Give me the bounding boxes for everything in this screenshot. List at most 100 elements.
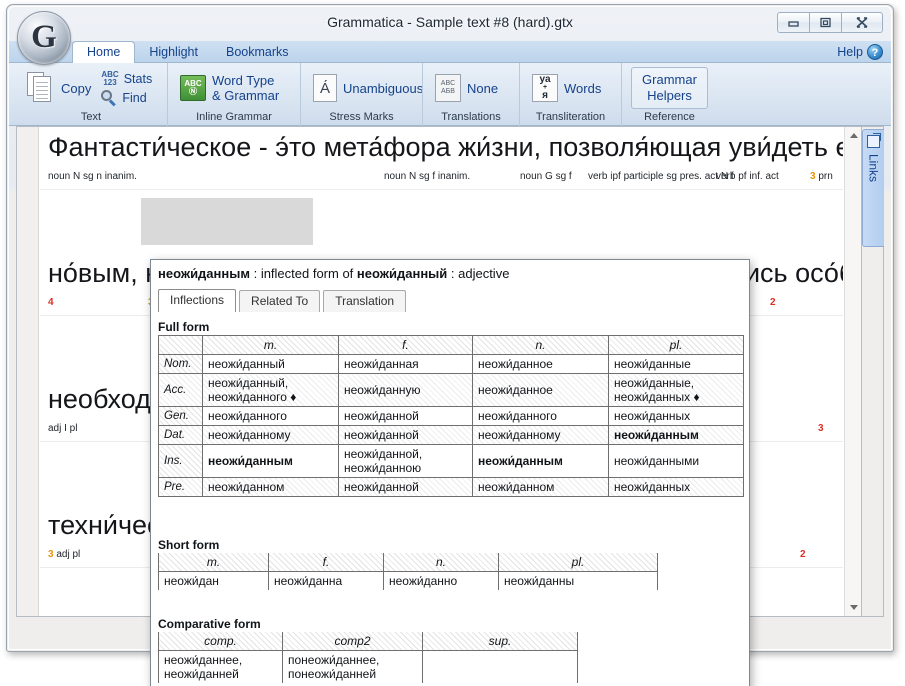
- links-side-tab-label: Links: [866, 154, 881, 183]
- tab-bookmarks[interactable]: Bookmarks: [212, 41, 303, 63]
- ribbon-group-text-body: Copy ABC 123 Stats Find: [23, 63, 159, 111]
- abc-abv-icon: ABC АБВ: [435, 74, 461, 102]
- gloss-num: 3 prn: [810, 171, 833, 182]
- tab-home[interactable]: Home: [72, 41, 136, 63]
- ribbon-group-inline-grammar-label: Inline Grammar: [196, 111, 272, 123]
- ribbon-group-translations-body: ABC АБВ None: [431, 63, 511, 111]
- accented-a-icon: А́: [313, 74, 337, 102]
- cell: неожи́данных: [608, 477, 744, 497]
- stats-button[interactable]: ABC 123 Stats: [101, 69, 152, 87]
- ribbon-group-reference-label: Reference: [644, 111, 695, 123]
- word-type-label-1: Word Type: [212, 73, 275, 88]
- title-bar: Grammatica - Sample text #8 (hard).gtx: [9, 7, 891, 41]
- help-icon: ?: [867, 44, 883, 60]
- full-form-header-row: m. f. n. pl.: [158, 335, 744, 355]
- grammar-helpers-button[interactable]: Grammar Helpers: [631, 67, 708, 109]
- transliteration-words-label: Words: [564, 80, 602, 96]
- cell: неожи́данным: [608, 425, 744, 445]
- scroll-up-button[interactable]: [845, 127, 862, 144]
- popup-tab-inflections[interactable]: Inflections: [158, 289, 237, 312]
- grammar-helpers-label-1: Grammar: [642, 72, 697, 87]
- table-row: неожи́дан неожи́данна неожи́данно неожи́…: [158, 571, 658, 590]
- comparative-col-sup: sup.: [422, 632, 578, 651]
- table-row: Ins. неожи́данным неожи́данной, неожи́да…: [158, 444, 744, 478]
- cell: неожи́данная: [338, 354, 473, 374]
- cell: неожи́данное: [472, 373, 609, 407]
- scroll-down-button[interactable]: [845, 599, 862, 616]
- gloss-num: 4: [48, 297, 54, 308]
- cell: неожи́данные, неожи́данных ♦: [608, 373, 744, 407]
- gloss: noun N sg n inanim.: [48, 171, 137, 182]
- case-label: Gen.: [158, 406, 203, 426]
- full-form-col-n: n.: [472, 335, 609, 355]
- cell: неожи́данном: [202, 477, 339, 497]
- gloss-num: 2: [770, 297, 776, 308]
- ribbon-group-reference-body: Grammar Helpers: [630, 63, 709, 111]
- popup-word: неожи́данным: [158, 266, 250, 281]
- app-window: Grammatica - Sample text #8 (hard).gtx G…: [6, 4, 894, 686]
- ribbon: Copy ABC 123 Stats Find Text ABC Ⓝ Word …: [9, 63, 891, 126]
- inflection-popup[interactable]: неожи́данным : inflected form of неожи́д…: [150, 259, 750, 686]
- transliteration-words-button[interactable]: ya + я Words: [528, 72, 605, 104]
- abc123-icon: ABC 123: [101, 69, 119, 87]
- word-type-grammar-button[interactable]: ABC Ⓝ Word Type & Grammar: [176, 71, 283, 105]
- maximize-button[interactable]: [809, 12, 842, 33]
- translations-none-label: None: [467, 80, 499, 96]
- help-button[interactable]: Help ?: [837, 44, 883, 60]
- table-row: Dat. неожи́данному неожи́данной неожи́да…: [158, 425, 744, 445]
- gloss-text: adj pl: [56, 549, 81, 560]
- minimize-icon: [788, 21, 799, 27]
- window-controls: [777, 12, 883, 33]
- copy-button[interactable]: Copy: [23, 70, 95, 106]
- cell: понеожи́даннее, понеожи́данней: [282, 650, 423, 683]
- gloss-number: 3: [810, 171, 816, 182]
- vertical-scrollbar[interactable]: [844, 127, 861, 616]
- gloss-number: 3: [48, 549, 54, 560]
- full-form-col-pl: pl.: [608, 335, 744, 355]
- magnifier-icon: [101, 89, 117, 106]
- cell: неожи́данно: [383, 571, 499, 590]
- cell: неожи́данному: [472, 425, 609, 445]
- popup-tabs: Inflections Related To Translation: [158, 289, 409, 312]
- close-button[interactable]: [841, 12, 883, 33]
- full-form-col-0: [158, 335, 203, 355]
- ribbon-tab-strip: Home Highlight Bookmarks Help ?: [9, 41, 891, 63]
- copy-label: Copy: [61, 80, 92, 96]
- comparative-form-table: comp. comp2 sup. неожи́даннее, неожи́дан…: [158, 632, 578, 683]
- short-form-col-n: n.: [383, 553, 499, 572]
- short-form-title: Short form: [158, 538, 220, 552]
- minimize-button[interactable]: [777, 12, 810, 33]
- document-line-1[interactable]: 1 Фантасти́ческое - э́то мета́фора жи́зн…: [40, 127, 843, 190]
- unambiguous-label: Unambiguous: [343, 80, 424, 96]
- cell: неожи́данной, неожи́данною: [338, 444, 473, 478]
- cell: неожи́данны: [498, 571, 658, 590]
- links-side-tab[interactable]: Links: [862, 129, 884, 247]
- text-small-buttons: ABC 123 Stats Find: [101, 69, 152, 106]
- app-logo-button[interactable]: G: [17, 11, 71, 65]
- gloss-number: 2: [800, 549, 806, 560]
- case-label: Pre.: [158, 477, 203, 497]
- ribbon-group-stress-marks: А́ Unambiguous Stress Marks: [300, 63, 423, 126]
- find-button[interactable]: Find: [101, 89, 152, 106]
- ribbon-group-stress-marks-label: Stress Marks: [329, 111, 394, 123]
- window-title: Grammatica - Sample text #8 (hard).gtx: [327, 14, 573, 30]
- ribbon-group-transliteration: ya + я Words Transliteration: [519, 63, 621, 126]
- unambiguous-button[interactable]: А́ Unambiguous: [309, 72, 427, 104]
- chevron-down-icon: [849, 605, 858, 610]
- full-form-table: m. f. n. pl. Nom. неожи́данный неожи́дан…: [158, 335, 744, 497]
- tab-highlight[interactable]: Highlight: [135, 41, 212, 63]
- cell: неожи́данному: [202, 425, 339, 445]
- popup-tab-related-to[interactable]: Related To: [239, 290, 321, 312]
- cell: неожи́данный, неожи́данного ♦: [202, 373, 339, 407]
- ribbon-group-translations: ABC АБВ None Translations: [422, 63, 519, 126]
- external-link-icon: [867, 133, 881, 148]
- line-number-gutter: [17, 127, 39, 616]
- gloss-number: 4: [48, 297, 54, 308]
- case-label: Acc.: [158, 373, 203, 407]
- translations-none-button[interactable]: ABC АБВ None: [431, 72, 502, 104]
- ribbon-group-text: Copy ABC 123 Stats Find Text: [15, 63, 167, 126]
- cell: неожи́данного: [202, 406, 339, 426]
- close-icon: [856, 17, 868, 28]
- popup-tab-translation[interactable]: Translation: [323, 290, 407, 312]
- cell: неожи́данным: [202, 444, 339, 478]
